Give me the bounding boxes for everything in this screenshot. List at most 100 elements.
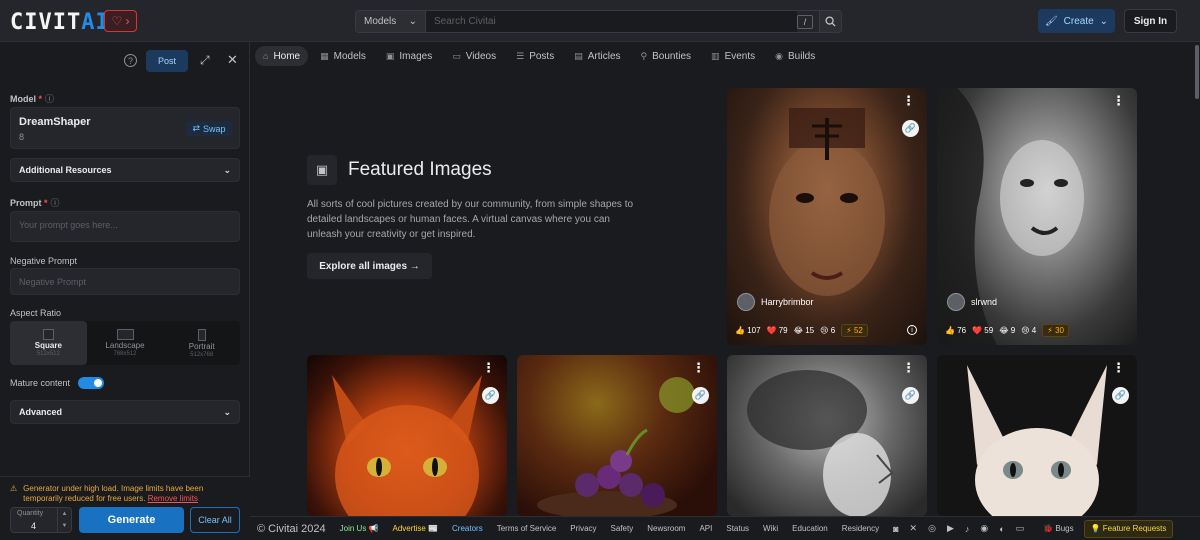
heart-reaction[interactable]: ❤️ 79 (767, 326, 788, 335)
model-label-text: Model (10, 94, 36, 104)
image-card[interactable]: ⋮ 🔗 Harrybrimbor 👍 107 ❤️ 79 😂 15 😢 6 ⚡ … (727, 88, 927, 345)
tiktok-icon[interactable]: ♪ (965, 524, 970, 534)
mature-content-toggle[interactable] (78, 377, 105, 389)
link-icon[interactable]: 🔗 (902, 387, 919, 404)
footer-link-creators[interactable]: Creators (452, 524, 483, 533)
link-icon[interactable]: 🔗 (1112, 387, 1129, 404)
logo-main: CIVIT (10, 10, 82, 35)
close-icon[interactable]: ✕ (227, 52, 238, 68)
model-card[interactable]: DreamShaper 8 ⇄ Swap (10, 107, 240, 149)
clear-all-button[interactable]: Clear All (190, 507, 240, 533)
discord-icon[interactable]: ◙ (893, 524, 898, 534)
nav-models[interactable]: ▦ Models (312, 46, 374, 66)
scrollbar-thumb[interactable] (1195, 45, 1199, 99)
footer-link-education[interactable]: Education (792, 524, 828, 533)
chat-icon[interactable]: ▭ (1016, 523, 1025, 534)
like-reaction[interactable]: 👍 76 (945, 326, 966, 335)
aspect-option-portrait[interactable]: Portrait 512x768 (163, 321, 240, 365)
feature-requests-button[interactable]: 💡 Feature Requests (1083, 519, 1174, 538)
copyright: © Civitai 2024 (257, 522, 326, 535)
more-options-icon[interactable]: ⋮ (692, 361, 705, 374)
image-card[interactable]: ⋮ 🔗 (517, 355, 717, 516)
search-input[interactable]: Search Civitai (426, 11, 797, 32)
heart-reaction[interactable]: ❤️ 59 (972, 326, 993, 335)
youtube-icon[interactable]: ▶ (947, 523, 954, 534)
footer-link-api[interactable]: API (699, 524, 712, 533)
prompt-label: Prompt * ⓘ (10, 196, 60, 209)
chevron-up-icon[interactable]: ▲ (62, 511, 68, 517)
cry-reaction[interactable]: 😢 6 (820, 326, 835, 335)
x-icon[interactable]: ✕ (910, 523, 918, 534)
footer-link-terms[interactable]: Terms of Service (497, 524, 557, 533)
explore-all-images-button[interactable]: Explore all images → (307, 253, 432, 279)
prompt-textarea[interactable]: Your prompt goes here... (10, 211, 240, 242)
footer-link-privacy[interactable]: Privacy (570, 524, 596, 533)
image-card[interactable]: ⋮ 🔗 (727, 355, 927, 516)
footer-link-advertise[interactable]: Advertise 📰 (393, 524, 439, 533)
nav-posts[interactable]: ☰ Posts (508, 46, 562, 66)
buzz-tip-button[interactable]: ⚡ 30 (1042, 324, 1069, 337)
nav-events[interactable]: ▥ Events (703, 46, 763, 66)
additional-resources-accordion[interactable]: Additional Resources ⌄ (10, 158, 240, 182)
help-icon[interactable]: ? (124, 54, 137, 67)
quantity-arrows[interactable]: ▲ ▼ (57, 508, 71, 532)
nav-videos[interactable]: ▭ Videos (444, 46, 504, 66)
link-icon[interactable]: 🔗 (482, 387, 499, 404)
nav-bounties[interactable]: ⚲ Bounties (633, 46, 700, 66)
footer-link-join-us[interactable]: Join Us 📢 (340, 524, 379, 533)
link-icon[interactable]: 🔗 (692, 387, 709, 404)
more-options-icon[interactable]: ⋮ (482, 361, 495, 374)
nav-images[interactable]: ▣ Images (378, 46, 440, 66)
github-icon[interactable]: ◐ (999, 524, 1004, 534)
instagram-icon[interactable]: ◎ (928, 523, 936, 534)
footer-link-status[interactable]: Status (726, 524, 749, 533)
advanced-accordion[interactable]: Advanced ⌄ (10, 400, 240, 424)
search-category-select[interactable]: Models ⌄ (356, 11, 426, 32)
post-button[interactable]: Post (146, 50, 188, 72)
card-user[interactable]: slrwnd (947, 293, 997, 311)
more-options-icon[interactable]: ⋮ (902, 361, 915, 374)
image-card[interactable]: ⋮ 🔗 (937, 355, 1137, 516)
aspect-option-square[interactable]: Square 512x512 (10, 321, 87, 365)
info-icon[interactable]: i (907, 325, 917, 335)
nav-home[interactable]: ⌂ Home (255, 46, 309, 66)
swap-icon: ⇄ (192, 123, 201, 133)
signin-button[interactable]: Sign In (1124, 9, 1177, 33)
link-icon[interactable]: 🔗 (902, 120, 919, 137)
search-button[interactable] (819, 11, 841, 32)
remove-limits-link[interactable]: Remove limits (148, 494, 198, 503)
reddit-icon[interactable]: ◉ (980, 523, 988, 534)
nav-builds[interactable]: ◉ Builds (767, 46, 823, 66)
heart-icon: ♡ › (111, 14, 130, 28)
cry-reaction[interactable]: 😢 4 (1021, 326, 1036, 335)
page-scrollbar[interactable] (1194, 42, 1200, 516)
image-card[interactable]: ⋮ slrwnd 👍 76 ❤️ 59 😂 9 😢 4 ⚡ 30 (937, 88, 1137, 345)
more-options-icon[interactable]: ⋮ (1112, 94, 1125, 107)
footer-link-residency[interactable]: Residency (842, 524, 879, 533)
footer-link-safety[interactable]: Safety (611, 524, 634, 533)
image-card[interactable]: ⋮ 🔗 (307, 355, 507, 516)
quantity-stepper[interactable]: Quantity 4 ▲ ▼ (10, 507, 72, 533)
support-heart-button[interactable]: ♡ › (104, 10, 137, 32)
swap-button[interactable]: ⇄ Swap (186, 121, 232, 136)
footer-link-newsroom[interactable]: Newsroom (647, 524, 685, 533)
create-button[interactable]: 🖌 Create ⌄ (1038, 9, 1115, 33)
generate-button[interactable]: Generate (79, 507, 184, 533)
nav-articles[interactable]: ▤ Articles (566, 46, 628, 66)
advanced-label: Advanced (19, 407, 63, 417)
footer-link-wiki[interactable]: Wiki (763, 524, 778, 533)
chevron-down-icon[interactable]: ▼ (62, 523, 68, 529)
bugs-link[interactable]: 🐞 Bugs (1043, 524, 1073, 533)
more-options-icon[interactable]: ⋮ (902, 94, 915, 107)
civitai-logo[interactable]: CIVITAI (10, 10, 110, 35)
laugh-reaction[interactable]: 😂 15 (794, 326, 814, 335)
buzz-tip-button[interactable]: ⚡ 52 (841, 324, 868, 337)
card-user[interactable]: Harrybrimbor (737, 293, 814, 311)
username: slrwnd (971, 297, 998, 307)
negative-prompt-textarea[interactable]: Negative Prompt (10, 268, 240, 295)
aspect-option-landscape[interactable]: Landscape 768x512 (87, 321, 164, 365)
expand-icon[interactable]: ⤢ (200, 53, 210, 68)
like-reaction[interactable]: 👍 107 (735, 326, 761, 335)
laugh-reaction[interactable]: 😂 9 (999, 326, 1015, 335)
more-options-icon[interactable]: ⋮ (1112, 361, 1125, 374)
